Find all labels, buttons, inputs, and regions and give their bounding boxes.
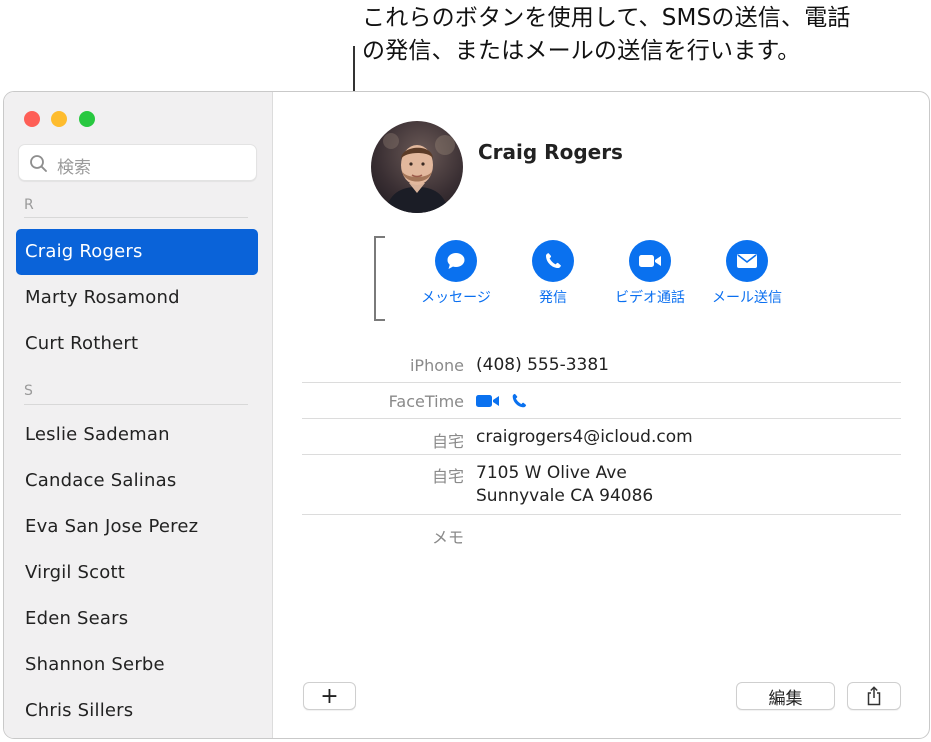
callout-line-1: これらのボタンを使用して、SMSの送信、電話: [362, 5, 851, 31]
phone-icon: [546, 253, 561, 268]
facetime-actions: [476, 392, 528, 410]
search-icon: [30, 155, 47, 172]
contact-detail-pane: Craig Rogers メッセージ 発信 ビデオ通話 メール送信 iPhone…: [274, 92, 929, 738]
contact-list-item[interactable]: Marty Rosamond: [16, 275, 258, 321]
field-divider: [302, 418, 901, 419]
section-header-r: R: [24, 197, 34, 213]
contact-list-item[interactable]: Leslie Sademan: [16, 412, 258, 458]
section-divider: [24, 217, 248, 218]
close-window-button[interactable]: [24, 111, 40, 127]
memo-label: メモ: [431, 528, 464, 547]
facetime-label: FaceTime: [388, 392, 464, 411]
add-contact-button[interactable]: +: [303, 682, 356, 710]
call-action-label: 発信: [539, 290, 567, 306]
section-header-s: S: [24, 383, 33, 399]
contact-list-item[interactable]: Candace Salinas: [16, 458, 258, 504]
message-action-label: メッセージ: [421, 290, 491, 306]
address-label: 自宅: [431, 467, 464, 486]
sidebar: 検索 R Craig Rogers Marty Rosamond Curt Ro…: [4, 92, 273, 738]
address-line-1[interactable]: 7105 W Olive Ave: [476, 463, 627, 483]
field-divider: [302, 454, 901, 455]
field-divider: [302, 514, 901, 515]
email-label: 自宅: [431, 432, 464, 451]
contact-list-item[interactable]: Chris Sillers: [16, 688, 258, 734]
section-divider: [24, 404, 248, 405]
share-button[interactable]: [847, 682, 901, 710]
contact-list-item[interactable]: Shannon Serbe: [16, 642, 258, 688]
phone-value[interactable]: (408) 555-3381: [476, 355, 609, 375]
call-action-button[interactable]: 発信: [503, 240, 603, 307]
callout-text: これらのボタンを使用して、SMSの送信、電話 の発信、またはメールの送信を行いま…: [362, 2, 928, 68]
callout-bracket: [374, 236, 385, 321]
email-action-button[interactable]: メール送信: [697, 240, 797, 307]
contacts-window: 検索 R Craig Rogers Marty Rosamond Curt Ro…: [3, 91, 930, 739]
facetime-video-icon[interactable]: [476, 393, 500, 409]
envelope-icon: [737, 254, 757, 268]
search-field[interactable]: 検索: [18, 144, 257, 181]
search-placeholder: 検索: [57, 158, 91, 178]
address-line-2[interactable]: Sunnyvale CA 94086: [476, 486, 653, 506]
callout-line-2: の発信、またはメールの送信を行います。: [362, 38, 801, 64]
phone-label: iPhone: [409, 356, 464, 375]
video-call-action-label: ビデオ通話: [615, 290, 685, 306]
email-value[interactable]: craigrogers4@icloud.com: [476, 427, 693, 447]
email-action-label: メール送信: [712, 290, 782, 306]
field-divider: [302, 382, 901, 383]
maximize-window-button[interactable]: [79, 111, 95, 127]
contact-list-item[interactable]: Virgil Scott: [16, 550, 258, 596]
video-camera-icon: [639, 255, 661, 267]
contact-list-item-selected[interactable]: Craig Rogers: [16, 229, 258, 275]
avatar-photo: [371, 121, 463, 213]
video-call-action-button[interactable]: ビデオ通話: [600, 240, 700, 307]
edit-button[interactable]: 編集: [736, 682, 835, 710]
contact-name: Craig Rogers: [478, 140, 623, 164]
contact-list-item[interactable]: Eva San Jose Perez: [16, 504, 258, 550]
avatar: [371, 121, 463, 213]
facetime-audio-icon[interactable]: [510, 392, 528, 410]
message-bubble-icon: [447, 253, 465, 269]
minimize-window-button[interactable]: [51, 111, 67, 127]
contact-list-item[interactable]: Curt Rothert: [16, 321, 258, 367]
share-icon: [867, 686, 881, 706]
message-action-button[interactable]: メッセージ: [406, 240, 506, 307]
contact-list-item[interactable]: Eden Sears: [16, 596, 258, 642]
